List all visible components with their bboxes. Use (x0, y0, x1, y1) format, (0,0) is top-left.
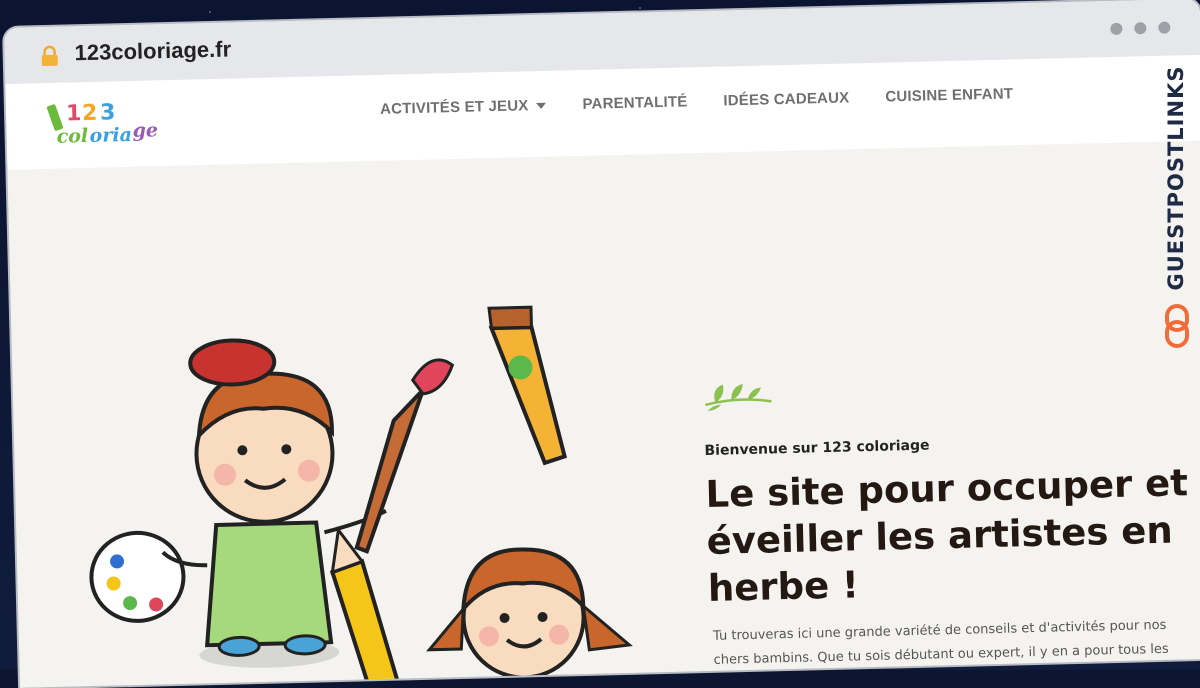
hero-welcome: Bienvenue sur 123 coloriage (704, 437, 930, 460)
kids-painting-illustration (89, 305, 633, 688)
svg-text:1: 1 (66, 101, 82, 126)
nav-label: CUISINE ENFANT (885, 85, 1014, 106)
svg-text:oria: oria (89, 124, 132, 147)
svg-text:3: 3 (100, 100, 116, 125)
lock-icon (41, 45, 58, 67)
address-bar-url[interactable]: 123coloriage.fr (74, 36, 231, 66)
nav-parentalite[interactable]: PARENTALITÉ (582, 93, 687, 113)
window-dot[interactable] (1110, 22, 1123, 35)
hero-headline: Le site pour occuper et éveiller les art… (705, 461, 1189, 610)
window-dot[interactable] (1158, 21, 1171, 34)
nav-idees-cadeaux[interactable]: IDÉES CADEAUX (723, 89, 849, 109)
window-controls (1110, 21, 1171, 35)
leaf-ornament-icon (705, 384, 772, 411)
nav-label: PARENTALITÉ (582, 93, 688, 113)
nav-label: IDÉES CADEAUX (723, 89, 850, 110)
svg-text:ge: ge (132, 119, 158, 142)
chevron-down-icon (536, 102, 547, 109)
hero-section: Bienvenue sur 123 coloriage Le site pour… (7, 140, 1200, 688)
link-icon (1165, 304, 1189, 348)
watermark-text: GUESTPOSTLINKS (1164, 65, 1188, 291)
browser-window: 123coloriage.fr 1 2 3 col oria ge ACTIVI… (4, 0, 1200, 688)
nav-cuisine-enfant[interactable]: CUISINE ENFANT (885, 85, 1013, 105)
window-dot[interactable] (1134, 22, 1147, 35)
guestpostlinks-watermark: GUESTPOSTLINKS (1158, 60, 1194, 360)
svg-text:2: 2 (82, 101, 98, 126)
site-logo[interactable]: 1 2 3 col oria ge (44, 96, 165, 155)
main-nav: ACTIVITÉS ET JEUX PARENTALITÉ IDÉES CADE… (380, 85, 1013, 117)
nav-activites-et-jeux[interactable]: ACTIVITÉS ET JEUX (380, 97, 547, 118)
nav-label: ACTIVITÉS ET JEUX (379, 97, 529, 118)
